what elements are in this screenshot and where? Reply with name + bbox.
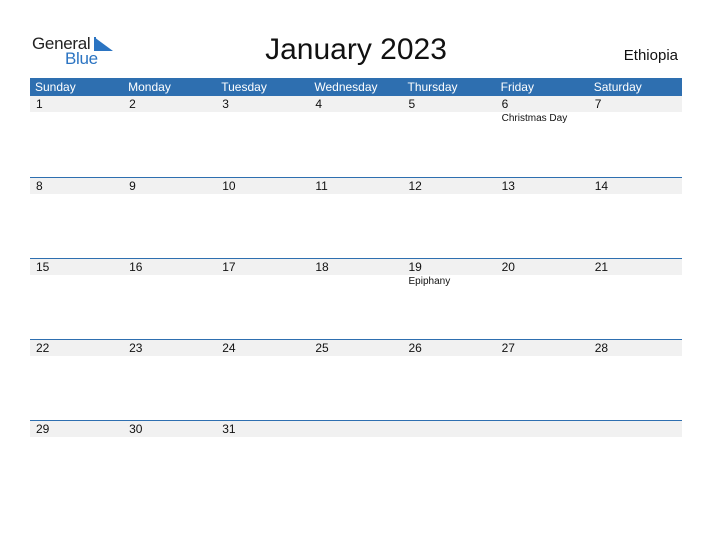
day-cell: 24 xyxy=(216,340,309,356)
day-number: 15 xyxy=(36,260,50,274)
day-number: 21 xyxy=(594,260,609,274)
day-number: 20 xyxy=(501,260,515,274)
day-cell: 1 xyxy=(30,96,123,125)
day-cell: 22 xyxy=(30,340,123,356)
day-number: 4 xyxy=(315,97,323,111)
day-cell: 16 xyxy=(123,259,216,288)
day-cell: 6 Christmas Day xyxy=(496,96,589,125)
day-cell: 8 xyxy=(30,178,123,194)
day-number: 14 xyxy=(594,179,609,193)
day-cell: 10 xyxy=(216,178,309,194)
week-row: 1 2 3 4 5 6 Christmas Day 7 xyxy=(30,96,682,177)
day-cell: 23 xyxy=(123,340,216,356)
day-number: 1 xyxy=(36,97,43,111)
day-cell: 31 xyxy=(216,421,309,437)
day-cell: 26 xyxy=(403,340,496,356)
day-number: 25 xyxy=(315,341,329,355)
day-number: 26 xyxy=(408,341,422,355)
weekday-sunday: Sunday xyxy=(35,80,76,94)
week-cells: 1 2 3 4 5 6 Christmas Day 7 xyxy=(30,96,682,125)
day-number: 19 xyxy=(408,260,422,274)
day-number: 10 xyxy=(222,179,236,193)
day-number xyxy=(315,421,402,437)
day-number xyxy=(409,421,496,437)
day-cell: 25 xyxy=(309,340,402,356)
weekday-thursday: Thursday xyxy=(407,80,458,94)
day-cell: 27 xyxy=(496,340,589,356)
day-number: 23 xyxy=(129,341,143,355)
weekday-header: Sunday Monday Tuesday Wednesday Thursday… xyxy=(30,78,682,96)
day-number: 30 xyxy=(129,422,143,436)
day-cell: 17 xyxy=(216,259,309,288)
week-row: 22 23 24 25 26 27 28 xyxy=(30,339,682,420)
day-number: 29 xyxy=(36,422,50,436)
week-cells: 22 23 24 25 26 27 28 xyxy=(30,340,682,356)
day-cell: 30 xyxy=(123,421,216,437)
day-number: 2 xyxy=(129,97,136,111)
day-number: 22 xyxy=(36,341,50,355)
day-number xyxy=(595,421,682,437)
day-cell xyxy=(309,421,402,437)
day-number: 3 xyxy=(222,97,229,111)
holiday-label: Christmas Day xyxy=(501,113,568,124)
week-row: 15 16 17 18 19 Epiphany 20 21 xyxy=(30,258,682,339)
day-number: 18 xyxy=(315,260,329,274)
day-number: 5 xyxy=(408,97,416,111)
day-cell xyxy=(403,421,496,437)
day-number: 9 xyxy=(129,179,136,193)
day-number: 27 xyxy=(501,341,515,355)
day-cell: 14 xyxy=(589,178,682,194)
day-cell: 28 xyxy=(589,340,682,356)
day-cell: 3 xyxy=(216,96,309,125)
day-number: 31 xyxy=(222,422,236,436)
day-number: 11 xyxy=(315,179,328,193)
day-cell: 9 xyxy=(123,178,216,194)
day-cell xyxy=(496,421,589,437)
weekday-wednesday: Wednesday xyxy=(314,80,378,94)
week-row: 8 9 10 11 12 13 14 xyxy=(30,177,682,258)
day-number: 8 xyxy=(36,179,43,193)
day-number: 12 xyxy=(408,179,422,193)
day-cell: 21 xyxy=(589,259,682,288)
week-row: 29 30 31 xyxy=(30,420,682,501)
week-cells: 29 30 31 xyxy=(30,421,682,437)
weeks-container: 1 2 3 4 5 6 Christmas Day 7 8 9 10 11 12 13 14 15 16 17 18… xyxy=(30,96,682,501)
calendar-grid: Sunday Monday Tuesday Wednesday Thursday… xyxy=(30,78,682,501)
day-number xyxy=(502,421,589,437)
day-cell: 11 xyxy=(309,178,402,194)
day-cell: 2 xyxy=(123,96,216,125)
day-cell: 20 xyxy=(496,259,589,288)
day-cell: 7 xyxy=(589,96,682,125)
day-cell: 18 xyxy=(309,259,402,288)
day-number: 16 xyxy=(129,260,143,274)
day-cell xyxy=(589,421,682,437)
day-number: 28 xyxy=(594,341,609,355)
day-number: 13 xyxy=(501,179,515,193)
country-label: Ethiopia xyxy=(623,47,678,64)
day-number: 6 xyxy=(501,97,509,111)
weekday-saturday: Saturday xyxy=(593,80,642,94)
day-cell: 13 xyxy=(496,178,589,194)
day-number: 24 xyxy=(222,341,236,355)
weekday-tuesday: Tuesday xyxy=(221,80,267,94)
day-cell: 29 xyxy=(30,421,123,437)
day-cell: 5 xyxy=(403,96,496,125)
day-cell: 15 xyxy=(30,259,123,288)
day-cell: 12 xyxy=(403,178,496,194)
day-cell: 4 xyxy=(309,96,402,125)
calendar-title: January 2023 xyxy=(265,33,447,66)
day-number: 7 xyxy=(594,97,602,111)
holiday-label: Epiphany xyxy=(408,276,451,287)
weekday-friday: Friday xyxy=(500,80,534,94)
day-cell: 19 Epiphany xyxy=(403,259,496,288)
week-cells: 8 9 10 11 12 13 14 xyxy=(30,178,682,194)
week-cells: 15 16 17 18 19 Epiphany 20 21 xyxy=(30,259,682,288)
day-number: 17 xyxy=(222,260,236,274)
weekday-monday: Monday xyxy=(128,80,171,94)
